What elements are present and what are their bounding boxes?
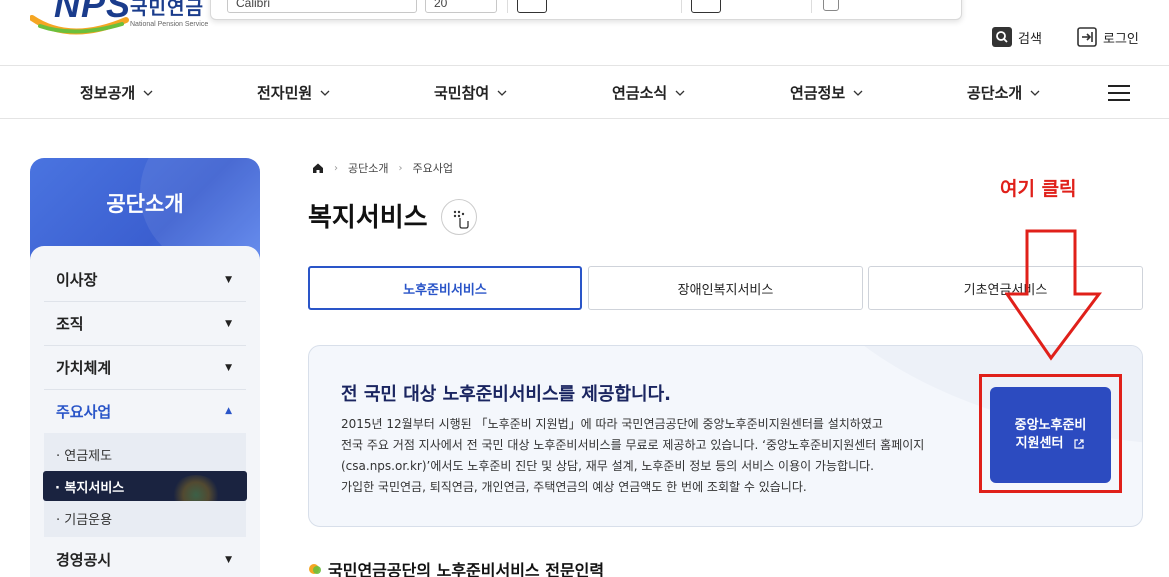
sidebar-subitem-label: · 기금운용 [56, 512, 113, 528]
info-text-line: 전국 주요 거점 지사에서 전 국민 대상 노후준비서비스를 무료로 제공하고 … [341, 438, 925, 452]
info-heading: 전 국민 대상 노후준비서비스를 제공합니다. [341, 384, 671, 405]
gnb-item-about[interactable]: 공단소개 [967, 82, 1040, 103]
gnb-item-label: 전자민원 [257, 84, 313, 102]
chevron-down-icon [143, 90, 153, 96]
chevron-down-icon [1030, 90, 1040, 96]
info-text-line: 2015년 12월부터 시행된 「노후준비 지원법」에 따라 국민연금공단에 중… [341, 417, 883, 431]
sidebar-subitem-pension-system[interactable]: · 연금제도 [44, 439, 246, 469]
login-label: 로그인 [1103, 31, 1139, 47]
section-title-label: 국민연금공단의 노후준비서비스 전문인력 [328, 561, 605, 577]
toolbar-divider [681, 0, 682, 13]
gnb-item-label: 공단소개 [967, 84, 1023, 102]
sidebar-menu: 이사장 ▼ 조직 ▼ 가치체계 ▼ 주요사업 ▲ · 연금제도 · 복지서비스 … [30, 246, 260, 577]
sidebar-item-values[interactable]: 가치체계 ▼ [44, 346, 246, 390]
toolbar-button[interactable] [589, 0, 619, 13]
caret-up-icon: ▲ [225, 406, 232, 416]
toolbar-divider [507, 0, 508, 13]
sidebar-item-label: 경영공시 [56, 551, 112, 569]
align-button[interactable] [729, 0, 759, 13]
hand-pointer-icon[interactable] [441, 199, 477, 235]
annotation-highlight-box [979, 374, 1122, 493]
caret-down-icon: ▼ [225, 318, 232, 329]
sidebar-subitem-label: · 연금제도 [56, 448, 113, 464]
sidebar-item-organization[interactable]: 조직 ▼ [44, 302, 246, 346]
gnb-item-pension-news[interactable]: 연금소식 [612, 82, 685, 103]
breadcrumb-item[interactable]: 공단소개 [348, 160, 388, 176]
section-title: 국민연금공단의 노후준비서비스 전문인력 [308, 557, 604, 577]
logo-korean-name: 국민연금 [130, 0, 204, 19]
sidebar-item-management-disclosure[interactable]: 경영공시 ▼ [44, 538, 246, 577]
text-format-toolbar: Calibri 20 [210, 0, 962, 20]
caret-down-icon: ▼ [225, 554, 232, 565]
toolbar-button[interactable] [625, 0, 655, 13]
toolbar-button[interactable] [517, 0, 547, 13]
sidebar-item-main-business[interactable]: 주요사업 ▲ [44, 389, 246, 433]
search-icon [992, 27, 1012, 47]
logo-mark: NPS [30, 0, 130, 44]
gnb-item-e-civil[interactable]: 전자민원 [257, 82, 330, 103]
gnb-item-label: 연금정보 [790, 84, 846, 102]
sidebar-title: 공단소개 [106, 192, 184, 216]
decoration [171, 475, 221, 501]
sidebar-item-label: 가치체계 [56, 359, 112, 377]
info-text-line: 가입한 국민연금, 퇴직연금, 개인연금, 주택연금의 예상 연금액도 한 번에… [341, 480, 807, 494]
gnb-item-info-disclosure[interactable]: 정보공개 [80, 82, 153, 103]
annotation-label: 여기 클릭 [1000, 178, 1077, 200]
chevron-down-icon [497, 90, 507, 96]
chevron-right-icon: › [398, 162, 403, 174]
gnb-item-label: 연금소식 [612, 84, 668, 102]
caret-down-icon: ▼ [225, 362, 232, 373]
info-text-line: (csa.nps.or.kr)’에서도 노후준비 진단 및 상담, 재무 설계,… [341, 459, 874, 473]
logo-text: 국민연금 National Pension Service [130, 0, 208, 28]
tab-disability-welfare[interactable]: 장애인복지서비스 [588, 266, 863, 310]
toolbar-divider [811, 0, 812, 13]
sidebar-item-label: 주요사업 [56, 402, 112, 421]
menu-icon[interactable] [1108, 85, 1130, 101]
align-button[interactable] [691, 0, 721, 13]
toolbar-checkbox[interactable] [823, 0, 839, 11]
breadcrumb-item[interactable]: 주요사업 [412, 160, 452, 176]
logo-english-name: National Pension Service [130, 21, 209, 28]
search-link[interactable]: 검색 [992, 27, 1042, 47]
bullet-icon [309, 564, 321, 574]
sidebar-subitem-fund[interactable]: · 기금운용 [44, 503, 246, 533]
global-navigation: 정보공개 전자민원 국민참여 연금소식 연금정보 공단소개 [0, 65, 1169, 119]
sidebar-subitem-welfare[interactable]: · 복지서비스 [43, 471, 247, 501]
font-size-select[interactable]: 20 [425, 0, 497, 13]
sidebar-item-label: 조직 [56, 315, 84, 333]
search-label: 검색 [1018, 31, 1042, 47]
toolbar-button[interactable] [553, 0, 583, 13]
sidebar-subitem-label: · 복지서비스 [55, 480, 125, 496]
breadcrumb: › 공단소개 › 주요사업 [312, 160, 453, 176]
arrow-down-icon [1005, 229, 1102, 361]
login-icon [1077, 27, 1097, 47]
tab-retirement-prep[interactable]: 노후준비서비스 [308, 266, 582, 310]
chevron-down-icon [853, 90, 863, 96]
sidebar-submenu: · 연금제도 · 복지서비스 · 기금운용 [43, 433, 247, 537]
sidebar-item-ceo[interactable]: 이사장 ▼ [44, 258, 246, 302]
chevron-right-icon: › [334, 162, 338, 174]
caret-down-icon: ▼ [225, 274, 232, 285]
logo-swoosh-icon [30, 15, 129, 35]
gnb-item-participation[interactable]: 국민참여 [434, 82, 507, 103]
font-name-select[interactable]: Calibri [227, 0, 417, 13]
chevron-down-icon [320, 90, 330, 96]
gnb-item-label: 국민참여 [434, 84, 490, 102]
sidebar-item-label: 이사장 [56, 271, 98, 289]
home-icon[interactable] [312, 162, 324, 174]
chevron-down-icon [675, 90, 685, 96]
login-link[interactable]: 로그인 [1077, 27, 1139, 47]
nps-logo[interactable]: NPS 국민연금 National Pension Service [30, 0, 208, 44]
gnb-item-label: 정보공개 [80, 84, 136, 102]
gnb-item-pension-info[interactable]: 연금정보 [790, 82, 863, 103]
align-button[interactable] [767, 0, 797, 13]
page-title: 복지서비스 [308, 203, 428, 233]
